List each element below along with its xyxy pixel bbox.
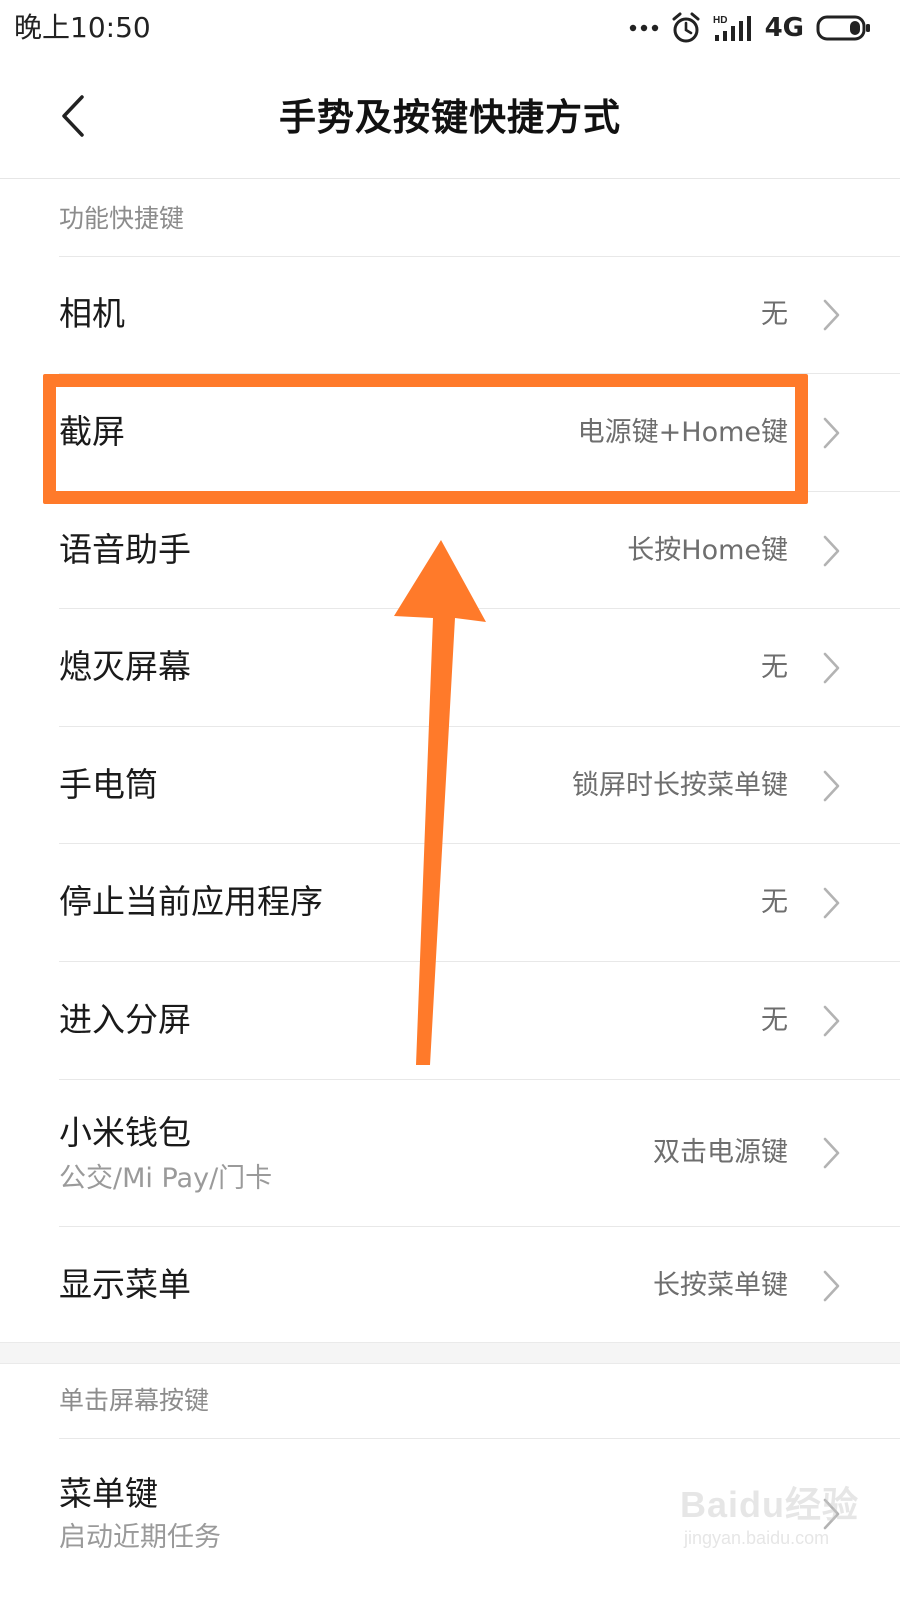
chevron-right-icon	[822, 1003, 842, 1039]
row-value: 长按Home键	[627, 535, 788, 566]
row-sublabel: 公交/Mi Pay/门卡	[59, 1163, 273, 1194]
row-value: 无	[761, 887, 788, 918]
row-value: 无	[761, 1005, 788, 1036]
hd-signal-icon: HD	[713, 13, 753, 43]
app-header: 手势及按键快捷方式	[0, 58, 900, 179]
row-divider	[59, 961, 900, 962]
row-divider	[59, 491, 900, 492]
row-value: 无	[761, 299, 788, 330]
row-divider	[59, 1226, 900, 1227]
chevron-right-icon	[822, 1135, 842, 1171]
chevron-right-icon	[822, 650, 842, 686]
page-title: 手势及按键快捷方式	[279, 96, 621, 139]
row-label: 小米钱包	[59, 1113, 191, 1152]
row-label: 停止当前应用程序	[59, 882, 323, 921]
battery-icon	[816, 14, 872, 42]
chevron-right-icon	[822, 885, 842, 921]
row-divider	[59, 373, 900, 374]
row-value: 长按菜单键	[653, 1270, 788, 1301]
section-header-function-shortcuts: 功能快捷键	[59, 204, 185, 233]
setting-row-split-screen[interactable]: 进入分屏 无	[0, 961, 900, 1079]
row-label: 菜单键	[59, 1474, 158, 1513]
row-divider	[59, 256, 900, 257]
row-divider	[59, 726, 900, 727]
row-value: 电源键+Home键	[577, 417, 788, 448]
row-label: 显示菜单	[59, 1265, 191, 1304]
setting-row-screenshot[interactable]: 截屏 电源键+Home键	[0, 373, 900, 491]
setting-row-mi-wallet[interactable]: 小米钱包 公交/Mi Pay/门卡 双击电源键	[0, 1079, 900, 1226]
row-label: 手电筒	[59, 765, 158, 804]
row-label: 熄灭屏幕	[59, 647, 191, 686]
section-divider	[0, 1342, 900, 1364]
alarm-icon	[671, 12, 701, 44]
setting-row-menu-key[interactable]: 菜单键 启动近期任务	[0, 1438, 900, 1600]
row-value: 无	[761, 652, 788, 683]
row-sublabel: 启动近期任务	[59, 1522, 221, 1553]
setting-row-voice-assistant[interactable]: 语音助手 长按Home键	[0, 491, 900, 608]
chevron-right-icon	[822, 1496, 842, 1532]
status-bar: 晚上10:50 HD 4G	[0, 0, 900, 58]
row-label: 语音助手	[59, 530, 191, 569]
setting-row-screen-off[interactable]: 熄灭屏幕 无	[0, 608, 900, 726]
row-label: 截屏	[59, 412, 125, 451]
row-divider	[59, 843, 900, 844]
row-divider	[59, 1438, 900, 1439]
section-header-screen-keys: 单击屏幕按键	[59, 1386, 210, 1415]
setting-row-flashlight[interactable]: 手电筒 锁屏时长按菜单键	[0, 726, 900, 843]
row-divider	[59, 608, 900, 609]
status-icons: HD 4G	[629, 8, 872, 48]
svg-text:HD: HD	[713, 15, 727, 26]
status-time: 晚上10:50	[14, 11, 151, 44]
more-dots-icon	[629, 23, 659, 33]
setting-row-stop-app[interactable]: 停止当前应用程序 无	[0, 843, 900, 961]
row-value: 双击电源键	[653, 1137, 788, 1168]
chevron-right-icon	[822, 533, 842, 569]
chevron-right-icon	[822, 415, 842, 451]
chevron-right-icon	[822, 1268, 842, 1304]
chevron-right-icon	[822, 297, 842, 333]
row-value: 锁屏时长按菜单键	[572, 770, 788, 801]
setting-row-show-menu[interactable]: 显示菜单 长按菜单键	[0, 1226, 900, 1342]
row-label: 进入分屏	[59, 1000, 191, 1039]
row-label: 相机	[59, 294, 125, 333]
network-type: 4G	[764, 13, 804, 43]
setting-row-camera[interactable]: 相机 无	[0, 256, 900, 373]
chevron-right-icon	[822, 768, 842, 804]
row-divider	[59, 1079, 900, 1080]
